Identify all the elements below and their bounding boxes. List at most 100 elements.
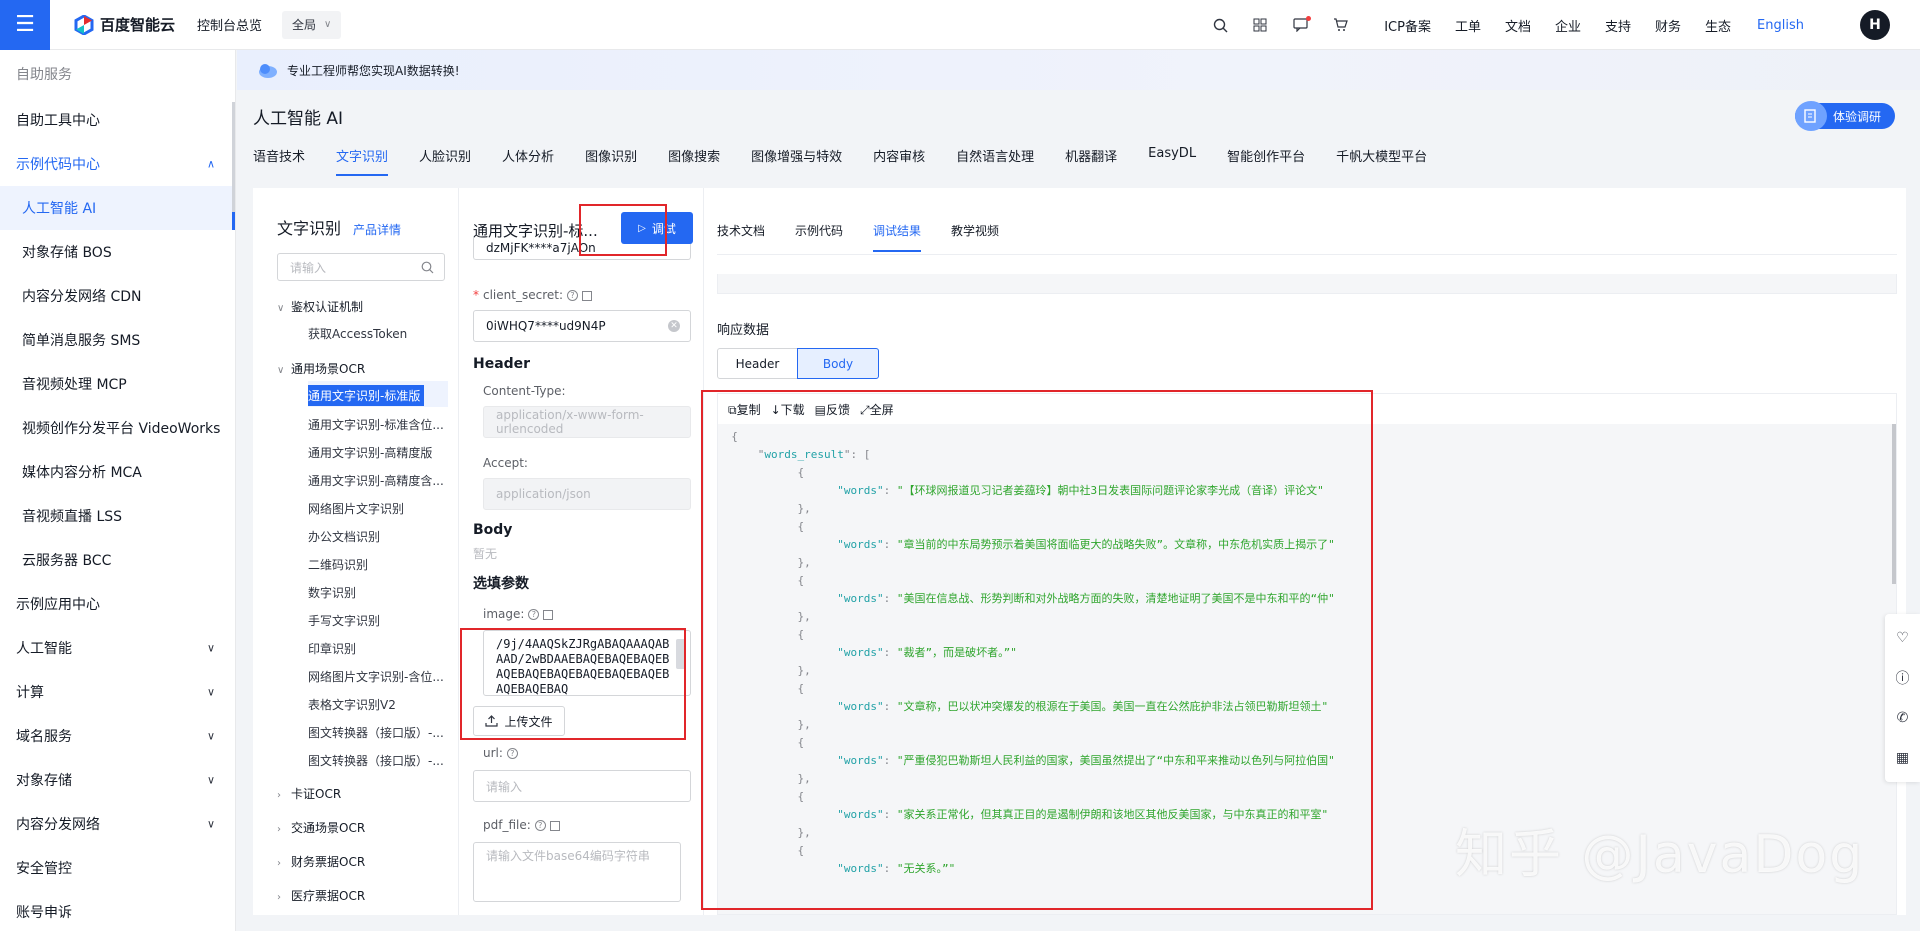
tab-face[interactable]: 人脸识别 (419, 146, 471, 176)
menu-icon[interactable]: ☰ (0, 0, 50, 50)
help-icon[interactable]: ? (528, 609, 540, 620)
sidebar-item-ai[interactable]: 人工智能 AI (0, 186, 235, 230)
nav-support[interactable]: 支持 (1605, 16, 1631, 35)
upload-file-button[interactable]: 上传文件 (473, 706, 565, 736)
sidebar-item-storage[interactable]: 对象存储 ∨ (0, 758, 235, 802)
tab-tech-docs[interactable]: 技术文档 (717, 222, 765, 252)
code-scrollbar[interactable] (1892, 424, 1896, 584)
tree-group-traffic-ocr[interactable]: › 交通场景OCR (277, 819, 365, 836)
copy-icon[interactable] (549, 820, 560, 831)
sidebar-item-domain[interactable]: 域名服务 ∨ (0, 714, 235, 758)
sidebar-item-ai-group[interactable]: 人工智能 ∨ (0, 626, 235, 670)
console-link[interactable]: 控制台总览 (197, 15, 262, 34)
nav-ecosystem[interactable]: 生态 (1705, 16, 1731, 35)
avatar[interactable]: H (1860, 10, 1890, 40)
sidebar-item-compute[interactable]: 计算 ∨ (0, 670, 235, 714)
message-icon[interactable] (1280, 16, 1320, 32)
feedback-button[interactable]: ▤反馈 (815, 401, 850, 418)
copy-icon[interactable] (543, 609, 554, 620)
tab-tutorial-video[interactable]: 教学视频 (951, 222, 999, 252)
download-button[interactable]: ↓下载 (771, 401, 805, 418)
tree-leaf[interactable]: 手写文字识别 (308, 612, 448, 629)
survey-button[interactable]: 体验调研 (1795, 101, 1895, 131)
tab-qianfan[interactable]: 千帆大模型平台 (1336, 146, 1427, 176)
sidebar-item-sample-code[interactable]: 示例代码中心 ∧ (0, 142, 235, 186)
tree-group-general-ocr[interactable]: ∨ 通用场景OCR (277, 360, 365, 377)
client-secret-input[interactable]: 0iWHQ7****ud9N4P ✕ (473, 310, 691, 342)
qr-icon[interactable]: ▦ (1885, 738, 1920, 778)
tab-image-recognition[interactable]: 图像识别 (585, 146, 637, 176)
sidebar-scrollbar[interactable] (232, 102, 235, 212)
tree-leaf[interactable]: 网络图片文字识别-含位... (308, 668, 448, 685)
pdf-file-textarea[interactable]: 请输入文件base64编码字符串 (473, 842, 681, 902)
url-input[interactable]: 请输入 (473, 770, 691, 802)
tree-leaf[interactable]: 网络图片文字识别 (308, 500, 448, 517)
brand-logo[interactable]: 百度智能云 (74, 14, 175, 35)
sidebar-item-security[interactable]: 安全管控 (0, 846, 235, 890)
copy-icon[interactable] (582, 290, 592, 301)
tab-translate[interactable]: 机器翻译 (1065, 146, 1117, 176)
sidebar-item-tool-center[interactable]: 自助工具中心 (0, 98, 235, 142)
sidebar-item-sample-apps[interactable]: 示例应用中心 (0, 582, 235, 626)
tab-debug-result[interactable]: 调试结果 (873, 222, 922, 252)
segment-header[interactable]: Header (717, 348, 798, 379)
clear-icon[interactable]: ✕ (668, 320, 680, 332)
copy-button[interactable]: ⧉复制 (728, 401, 761, 418)
sidebar-item-sms[interactable]: 简单消息服务 SMS (0, 318, 235, 362)
run-debug-button[interactable]: ▷ 调试 (621, 212, 693, 244)
cart-icon[interactable] (1320, 18, 1360, 32)
tab-body[interactable]: 人体分析 (502, 146, 554, 176)
tree-leaf[interactable]: 数字识别 (308, 584, 448, 601)
tree-leaf[interactable]: 通用文字识别-高精度含... (308, 472, 448, 489)
tree-group-card-ocr[interactable]: › 卡证OCR (277, 785, 341, 802)
sidebar-item-bos[interactable]: 对象存储 BOS (0, 230, 235, 274)
tree-search-input[interactable]: 请输入 (277, 253, 445, 281)
tab-easydl[interactable]: EasyDL (1148, 146, 1196, 176)
search-icon[interactable] (1200, 18, 1240, 33)
tab-sample-code[interactable]: 示例代码 (795, 222, 843, 252)
sidebar-item-lss[interactable]: 音视频直播 LSS (0, 494, 235, 538)
fullscreen-button[interactable]: ⤢全屏 (860, 401, 894, 418)
sidebar-item-mcp[interactable]: 音视频处理 MCP (0, 362, 235, 406)
sidebar-item-bcc[interactable]: 云服务器 BCC (0, 538, 235, 582)
tree-leaf[interactable]: 办公文档识别 (308, 528, 448, 545)
nav-docs[interactable]: 文档 (1505, 16, 1531, 35)
nav-icp[interactable]: ICP备案 (1384, 16, 1431, 35)
nav-enterprise[interactable]: 企业 (1555, 16, 1581, 35)
sidebar-item-videoworks[interactable]: 视频创作分发平台 VideoWorks (0, 406, 235, 450)
tree-group-auth[interactable]: ∨ 鉴权认证机制 (277, 298, 363, 315)
nav-ticket[interactable]: 工单 (1455, 16, 1481, 35)
region-select[interactable]: 全局 ∨ (282, 10, 342, 39)
textarea-scrollbar[interactable] (676, 639, 686, 669)
tab-ocr[interactable]: 文字识别 (336, 146, 389, 176)
tab-image-search[interactable]: 图像搜索 (668, 146, 720, 176)
favorite-icon[interactable]: ♡ (1885, 618, 1920, 658)
tree-leaf[interactable]: 通用文字识别-高精度版 (308, 444, 448, 461)
help-icon[interactable]: ? (567, 290, 578, 301)
sidebar-item-cdn[interactable]: 内容分发网络 CDN (0, 274, 235, 318)
tree-leaf[interactable]: 图文转换器（接口版）-... (308, 752, 448, 769)
tree-leaf[interactable]: 通用文字识别-标准含位... (308, 416, 448, 433)
image-textarea[interactable]: /9j/4AAQSkZJRgABAQAAAQABAAD/2wBDAAEBAQEB… (483, 630, 691, 696)
tree-leaf[interactable]: 获取AccessToken (308, 325, 448, 342)
sidebar-item-mca[interactable]: 媒体内容分析 MCA (0, 450, 235, 494)
help-icon[interactable]: ? (534, 820, 546, 831)
tree-leaf[interactable]: 图文转换器（接口版）-... (308, 724, 448, 741)
apps-icon[interactable] (1240, 18, 1280, 32)
tab-content-audit[interactable]: 内容审核 (873, 146, 925, 176)
tab-speech[interactable]: 语音技术 (253, 146, 305, 176)
tree-group-finance-ocr[interactable]: › 财务票据OCR (277, 853, 365, 870)
sidebar-item-appeal[interactable]: 账号申诉 (0, 890, 235, 931)
product-detail-link[interactable]: 产品详情 (353, 221, 401, 238)
language-switch[interactable]: English (1757, 18, 1804, 33)
tab-creation[interactable]: 智能创作平台 (1227, 146, 1305, 176)
tree-leaf-selected[interactable]: 通用文字识别-标准版 (308, 385, 424, 406)
help-icon[interactable]: ⓘ (1885, 658, 1920, 698)
promo-banner[interactable]: 专业工程师帮您实现AI数据转换! (237, 50, 1920, 90)
tree-leaf[interactable]: 表格文字识别V2 (308, 696, 448, 713)
segment-body[interactable]: Body (797, 348, 879, 379)
tab-image-enhance[interactable]: 图像增强与特效 (751, 146, 842, 176)
tab-nlp[interactable]: 自然语言处理 (956, 146, 1034, 176)
phone-icon[interactable]: ✆ (1885, 698, 1920, 738)
help-icon[interactable]: ? (506, 748, 518, 759)
